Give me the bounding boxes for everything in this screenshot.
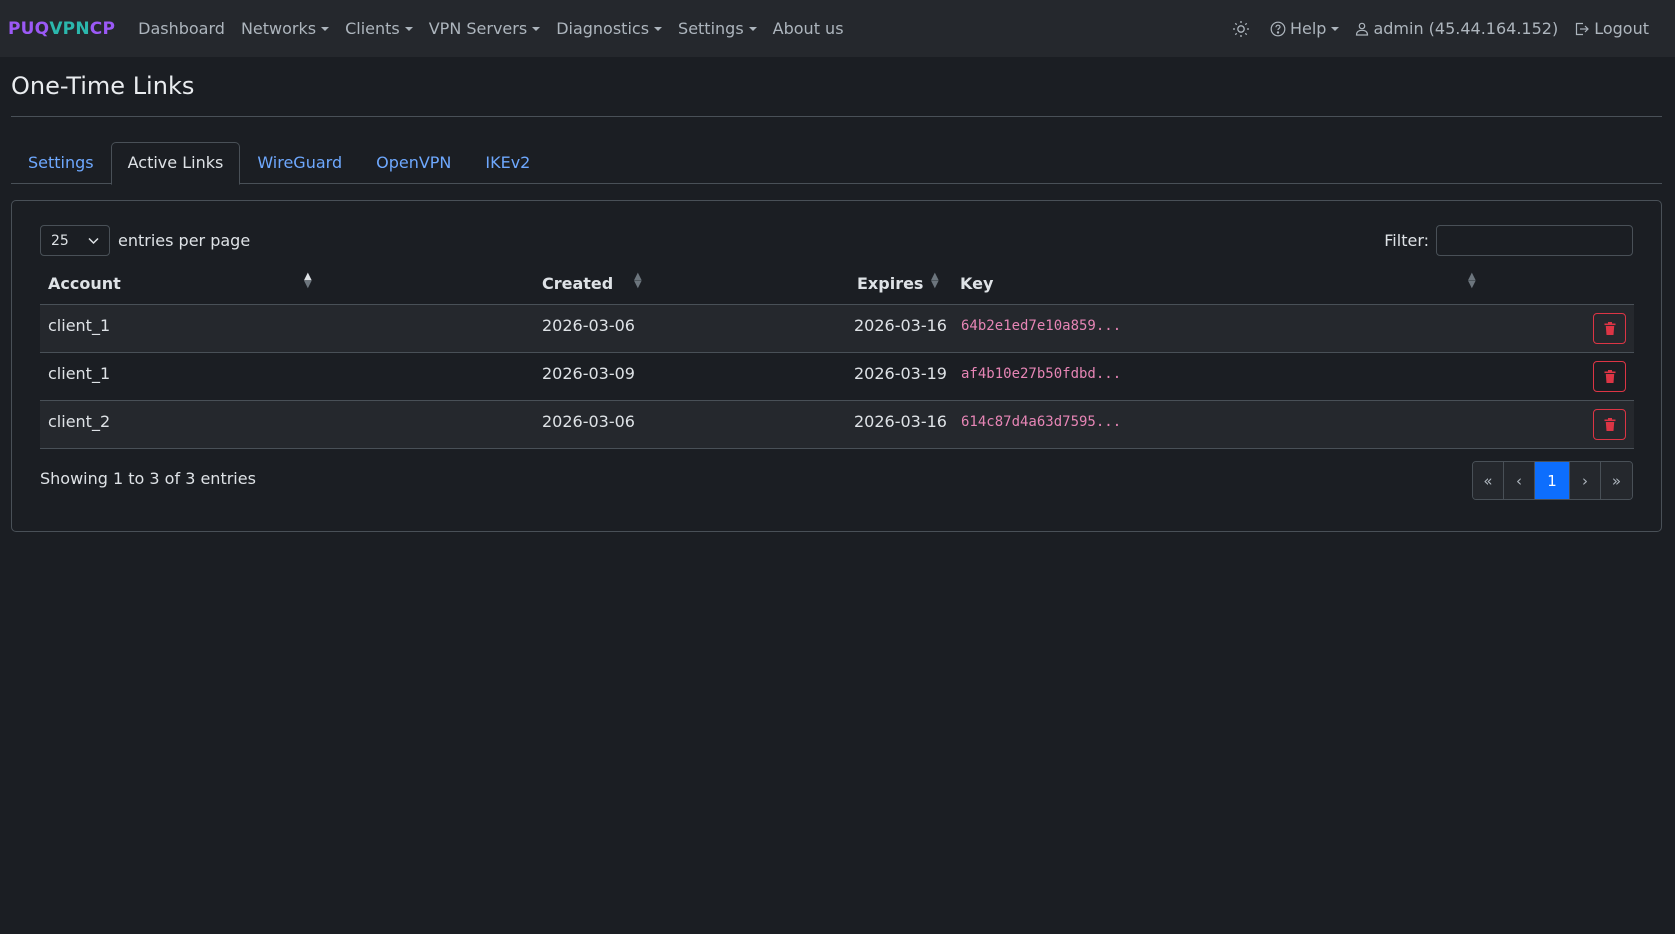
delete-button[interactable] (1593, 409, 1626, 440)
page-length-value: 25 (51, 232, 69, 249)
nav-diagnostics[interactable]: Diagnostics (548, 19, 670, 38)
caret-down-icon (532, 26, 541, 31)
filter-label: Filter: (1384, 231, 1429, 250)
nav-dashboard[interactable]: Dashboard (130, 19, 233, 38)
cell-created: 2026-03-09 (542, 364, 635, 383)
caret-down-icon (1331, 26, 1340, 31)
nav-vpn-servers-label: VPN Servers (428, 19, 528, 38)
sort-icon[interactable]: ▲ ▼ (931, 272, 939, 290)
trash-icon (1604, 418, 1615, 431)
trash-icon (1604, 370, 1615, 383)
cell-expires: 2026-03-19 (854, 364, 947, 383)
filter-input[interactable] (1436, 225, 1633, 256)
tab-bar: Settings Active Links WireGuard OpenVPN … (11, 142, 1662, 185)
cell-key: 614c87d4a63d7595... (961, 414, 1122, 430)
active-links-card: 25 entries per page Filter: Account ▲ ▼ C… (11, 200, 1662, 532)
col-expires[interactable]: Expires (857, 274, 923, 293)
sort-icon[interactable]: ▲ ▼ (1468, 272, 1476, 290)
trash-icon (1604, 322, 1615, 335)
cell-account: client_2 (48, 412, 111, 431)
col-account[interactable]: Account (48, 274, 121, 293)
nav-right: Help admin (45.44.164.152) Logout (1224, 0, 1675, 57)
chevron-down-icon (88, 233, 99, 249)
page-title: One-Time Links (11, 72, 195, 100)
user-menu[interactable]: admin (45.44.164.152) (1347, 19, 1566, 38)
cell-account: client_1 (48, 316, 111, 335)
tab-openvpn[interactable]: OpenVPN (359, 142, 468, 184)
filter-control: Filter: (1384, 225, 1633, 256)
nav-clients[interactable]: Clients (337, 19, 421, 38)
nav-diagnostics-label: Diagnostics (556, 19, 650, 38)
table-info: Showing 1 to 3 of 3 entries (40, 469, 256, 488)
cell-key: 64b2e1ed7e10a859... (961, 318, 1122, 334)
nav-dashboard-label: Dashboard (138, 19, 225, 38)
table-header: Account ▲ ▼ Created ▲ ▼ Expires ▲ ▼ Key ▲ ▼ (40, 263, 1634, 305)
person-icon (1355, 22, 1369, 36)
tab-ikev2[interactable]: IKEv2 (468, 142, 547, 184)
user-label: admin (45.44.164.152) (1373, 19, 1559, 38)
sort-icon[interactable]: ▲ ▼ (634, 272, 642, 290)
logout-icon (1574, 21, 1590, 37)
cell-created: 2026-03-06 (542, 412, 635, 431)
cell-created: 2026-03-06 (542, 316, 635, 335)
delete-button[interactable] (1593, 313, 1626, 344)
brand-part-1: PUQ (8, 18, 50, 39)
tab-wireguard[interactable]: WireGuard (240, 142, 359, 184)
brand-logo[interactable]: PUQVPNCP (8, 19, 115, 39)
nav-about[interactable]: About us (765, 19, 852, 38)
help-label: Help (1289, 19, 1327, 38)
pagination: « ‹ 1 › » (1472, 461, 1633, 500)
help-menu[interactable]: Help (1262, 19, 1347, 38)
main-nav: Dashboard Networks Clients VPN Servers D… (130, 19, 851, 38)
page-length-select[interactable]: 25 (40, 225, 110, 256)
page-length-control: 25 entries per page (40, 225, 250, 256)
nav-settings-label: Settings (678, 19, 744, 38)
cell-expires: 2026-03-16 (854, 412, 947, 431)
caret-down-icon (404, 26, 413, 31)
table-row: client_2 2026-03-06 2026-03-16 614c87d4a… (40, 401, 1634, 449)
cell-key: af4b10e27b50fdbd... (961, 366, 1122, 382)
nav-networks[interactable]: Networks (233, 19, 337, 38)
nav-about-label: About us (772, 19, 844, 38)
title-divider (11, 116, 1662, 117)
delete-button[interactable] (1593, 361, 1626, 392)
nav-settings[interactable]: Settings (670, 19, 765, 38)
caret-down-icon (321, 26, 330, 31)
nav-vpn-servers[interactable]: VPN Servers (421, 19, 548, 38)
top-navbar: PUQVPNCP Dashboard Networks Clients VPN … (0, 0, 1675, 57)
question-circle-icon (1270, 21, 1286, 37)
tab-settings[interactable]: Settings (11, 142, 111, 184)
nav-clients-label: Clients (345, 19, 400, 38)
tab-active-links[interactable]: Active Links (110, 142, 241, 185)
page-next-button[interactable]: › (1570, 462, 1601, 499)
logout-label: Logout (1594, 19, 1649, 38)
caret-down-icon (748, 26, 757, 31)
col-key[interactable]: Key (960, 274, 993, 293)
sun-icon (1232, 20, 1250, 38)
cell-expires: 2026-03-16 (854, 316, 947, 335)
nav-networks-label: Networks (240, 19, 317, 38)
links-table: Account ▲ ▼ Created ▲ ▼ Expires ▲ ▼ Key ▲ ▼ … (40, 263, 1634, 449)
sort-icon[interactable]: ▲ ▼ (304, 272, 312, 290)
caret-down-icon (654, 26, 663, 31)
table-row: client_1 2026-03-06 2026-03-16 64b2e1ed7… (40, 305, 1634, 353)
logout-button[interactable]: Logout (1566, 19, 1657, 38)
brand-part-3: CP (89, 18, 116, 39)
page-prev-button[interactable]: ‹ (1504, 462, 1535, 499)
cell-account: client_1 (48, 364, 111, 383)
table-row: client_1 2026-03-09 2026-03-19 af4b10e27… (40, 353, 1634, 401)
page-first-button[interactable]: « (1473, 462, 1504, 499)
page-last-button[interactable]: » (1601, 462, 1632, 499)
col-created[interactable]: Created (542, 274, 613, 293)
page-current-button[interactable]: 1 (1535, 462, 1570, 499)
brand-part-2: VPN (49, 18, 90, 39)
entries-per-page-label: entries per page (118, 231, 251, 250)
theme-toggle-button[interactable] (1224, 20, 1262, 38)
